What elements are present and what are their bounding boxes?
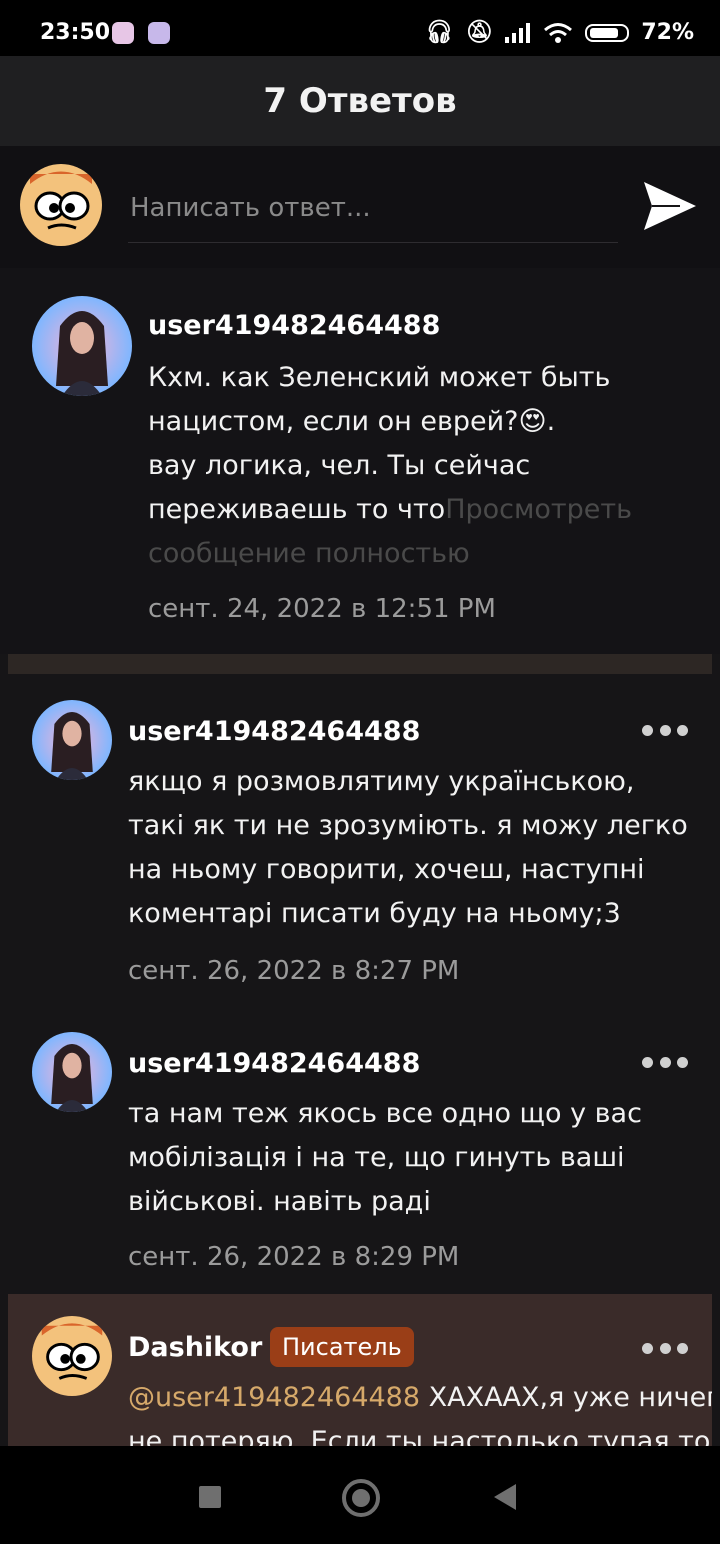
comment-line: військові. навіть раді <box>128 1186 431 1217</box>
signal-icon <box>505 22 531 43</box>
comment-line: такі як ти не зрозуміють. я можу легко <box>128 810 688 841</box>
user-avatar[interactable] <box>32 700 112 780</box>
comment-line: нацистом, если он еврей?😍. <box>148 400 688 444</box>
back-button[interactable] <box>494 1484 516 1510</box>
reply-input[interactable] <box>128 174 618 243</box>
view-full-link-2[interactable]: сообщение полностью <box>148 532 688 576</box>
more-options-icon[interactable] <box>642 1338 688 1358</box>
comment-username[interactable]: user419482464488 <box>148 310 440 341</box>
comment-line: коментарі писати буду на ньому;3 <box>128 898 621 929</box>
music-app-icon <box>112 22 134 44</box>
thread-divider <box>8 654 712 674</box>
parent-comment: user419482464488 Кхм. как Зеленский може… <box>0 268 720 654</box>
messenger-app-icon <box>148 22 170 44</box>
comment-line: не потеряю. Если ты настолько тупая то <box>128 1426 711 1446</box>
mute-bell-icon: 🔕︎ <box>465 20 494 45</box>
page-title: 7 Ответов <box>263 81 457 121</box>
comment-line: та нам теж якось все одно що у вас <box>128 1098 642 1129</box>
comment-text: якщо я розмовлятиму українською, такі як… <box>128 760 698 936</box>
headphones-icon: 🎧︎ <box>425 20 454 45</box>
comment-text: Кхм. как Зеленский может быть нацистом, … <box>148 356 688 576</box>
user-mention-link[interactable]: @user419482464488 <box>128 1382 420 1413</box>
status-icons: 🎧︎ 🔕︎ 72% <box>425 20 694 45</box>
comment-date: сент. 24, 2022 в 12:51 PM <box>148 594 496 624</box>
comment-line: переживаешь то чтоПросмотреть <box>148 488 688 532</box>
header: 7 Ответов <box>0 56 720 146</box>
comment-line-end: . <box>546 406 556 437</box>
comment-line-text: переживаешь то что <box>148 494 446 525</box>
comment-line: мобілізація і на те, що гинуть ваші <box>128 1142 625 1173</box>
comment-text: @user419482464488 ХАХААХ,я уже ничего не… <box>128 1376 712 1446</box>
wifi-icon <box>544 22 573 43</box>
comment-line-text: нацистом, если он еврей? <box>148 406 519 437</box>
system-nav-bar <box>0 1446 720 1544</box>
heart-eyes-emoji-icon: 😍 <box>518 406 547 437</box>
current-user-avatar[interactable] <box>20 164 102 246</box>
comment-text: та нам теж якось все одно що у вас мобіл… <box>128 1092 698 1224</box>
battery-icon <box>585 23 630 42</box>
writer-badge: Писатель <box>270 1327 414 1367</box>
comment-username[interactable]: Dashikor <box>128 1332 262 1363</box>
comment-line: вау логика, чел. Ты сейчас <box>148 450 531 481</box>
comment-line-text: ХАХААХ,я уже ничего <box>420 1382 712 1413</box>
more-options-icon[interactable] <box>642 720 688 740</box>
user-avatar[interactable] <box>32 1032 112 1112</box>
comment-line: Кхм. как Зеленский может быть <box>148 362 611 393</box>
recent-apps-button[interactable] <box>199 1486 221 1508</box>
reply-comment: user419482464488 якщо я розмовлятиму укр… <box>0 680 720 1000</box>
more-options-icon[interactable] <box>642 1052 688 1072</box>
status-time: 23:50 <box>40 20 111 45</box>
comment-date: сент. 26, 2022 в 8:27 PM <box>128 956 460 986</box>
battery-percent: 72% <box>641 20 694 45</box>
reply-bar <box>0 146 720 268</box>
status-bar: 23:50 🎧︎ 🔕︎ 72% <box>0 0 720 56</box>
comment-date: сент. 26, 2022 в 8:29 PM <box>128 1242 460 1272</box>
comment-line: якщо я розмовлятиму українською, <box>128 766 635 797</box>
comment-line: на ньому говорити, хочеш, наступні <box>128 854 645 885</box>
user-avatar[interactable] <box>32 296 132 396</box>
home-button[interactable] <box>342 1479 380 1517</box>
view-full-link[interactable]: Просмотреть <box>445 494 632 525</box>
comment-username[interactable]: user419482464488 <box>128 716 420 747</box>
reply-comment: user419482464488 та нам теж якось все од… <box>0 1012 720 1282</box>
comment-line: @user419482464488 ХАХААХ,я уже ничего <box>128 1376 712 1420</box>
user-avatar[interactable] <box>32 1316 112 1396</box>
comment-username[interactable]: user419482464488 <box>128 1048 420 1079</box>
send-icon[interactable] <box>640 176 700 236</box>
author-reply-comment: Dashikor Писатель @user419482464488 ХАХА… <box>8 1294 712 1446</box>
